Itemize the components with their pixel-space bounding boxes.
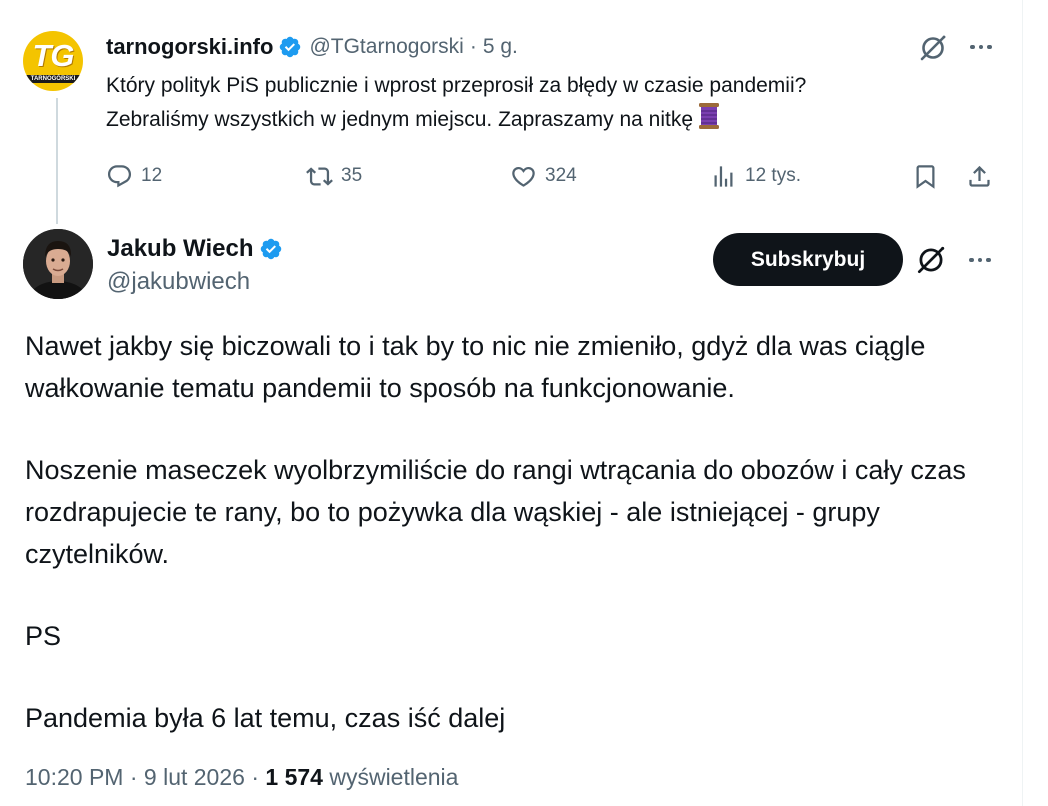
- tweet-time[interactable]: 5 g.: [483, 35, 518, 59]
- retweet-button[interactable]: 35: [306, 158, 362, 194]
- grok-icon[interactable]: [914, 243, 948, 277]
- like-count: 324: [545, 165, 577, 186]
- column-border: [1022, 0, 1023, 806]
- author-name[interactable]: Jakub Wiech: [107, 235, 254, 263]
- grok-icon[interactable]: [917, 32, 949, 64]
- subscribe-button[interactable]: Subskrybuj: [713, 233, 903, 286]
- reply-icon: [107, 164, 132, 187]
- author-handle[interactable]: @jakubwiech: [107, 268, 250, 296]
- separator-dot: ·: [251, 764, 259, 790]
- separator-dot: ·: [129, 764, 138, 790]
- avatar-logo-text: TG: [32, 38, 74, 73]
- tweet-actions: 12 35 324 12 tys.: [106, 158, 1011, 194]
- heart-icon: [512, 166, 535, 187]
- views-count: 12 tys.: [745, 165, 801, 186]
- tweet-page: TG TARNOGÓRSKI tarnogorski.info @TGtarno…: [0, 0, 1048, 806]
- thread-spool-icon: [699, 103, 719, 129]
- avatar-logo-subtext: TARNOGÓRSKI: [23, 75, 83, 83]
- parent-tweet[interactable]: TG TARNOGÓRSKI tarnogorski.info @TGtarno…: [0, 0, 1022, 224]
- tweet-paragraph: PS: [25, 621, 62, 651]
- verified-badge-icon[interactable]: [259, 237, 283, 261]
- tweet-paragraph: Nawet jakby się biczowali to i tak by to…: [25, 331, 926, 403]
- verified-badge-icon[interactable]: [278, 35, 302, 59]
- views-button[interactable]: 12 tys.: [710, 158, 801, 194]
- tweet-time[interactable]: 10:20 PM: [25, 764, 123, 790]
- avatar[interactable]: [23, 229, 93, 299]
- tweet-text: Który polityk PiS publicznie i wprost pr…: [106, 70, 1011, 136]
- more-options-icon[interactable]: [965, 245, 995, 275]
- author-name-row: Jakub Wiech: [107, 234, 290, 264]
- avatar[interactable]: TG TARNOGÓRSKI: [23, 31, 83, 91]
- bookmark-button[interactable]: [912, 158, 939, 194]
- author-name[interactable]: tarnogorski.info: [106, 34, 273, 60]
- author-handle[interactable]: @TGtarnogorski: [309, 35, 463, 59]
- tweet-text-line: Zebraliśmy wszystkich w jednym miejscu. …: [106, 102, 1011, 136]
- share-icon: [969, 165, 990, 187]
- tweet-text: Nawet jakby się biczowali to i tak by to…: [25, 325, 1015, 739]
- profile-photo: [23, 229, 93, 299]
- bookmark-icon: [916, 164, 935, 189]
- tweet-text-line: Który polityk PiS publicznie i wprost pr…: [106, 74, 807, 97]
- separator-dot: ·: [469, 35, 477, 58]
- tweet-date[interactable]: 9 lut 2026: [144, 764, 245, 790]
- more-options-icon[interactable]: [966, 32, 996, 62]
- retweet-count: 35: [341, 165, 363, 186]
- reply-button[interactable]: 12: [106, 158, 162, 194]
- tweet-paragraph: Pandemia była 6 lat temu, czas iść dalej: [25, 703, 506, 733]
- share-button[interactable]: [966, 158, 993, 194]
- tweet-paragraph: Noszenie maseczek wyolbrzymiliście do ra…: [25, 455, 966, 569]
- views-count: 1 574: [265, 764, 323, 790]
- views-label: wyświetlenia: [329, 764, 459, 790]
- thread-line: [56, 98, 58, 224]
- retweet-icon: [306, 166, 333, 186]
- tweet-header: tarnogorski.info @TGtarnogorski · 5 g.: [106, 33, 518, 61]
- reply-count: 12: [141, 165, 163, 186]
- analytics-icon: [714, 165, 733, 187]
- tweet-metadata: 10:20 PM · 9 lut 2026 · 1 574 wyświetlen…: [25, 764, 458, 791]
- like-button[interactable]: 324: [510, 158, 577, 194]
- tweet-text-line-2: Zebraliśmy wszystkich w jednym miejscu. …: [106, 108, 693, 131]
